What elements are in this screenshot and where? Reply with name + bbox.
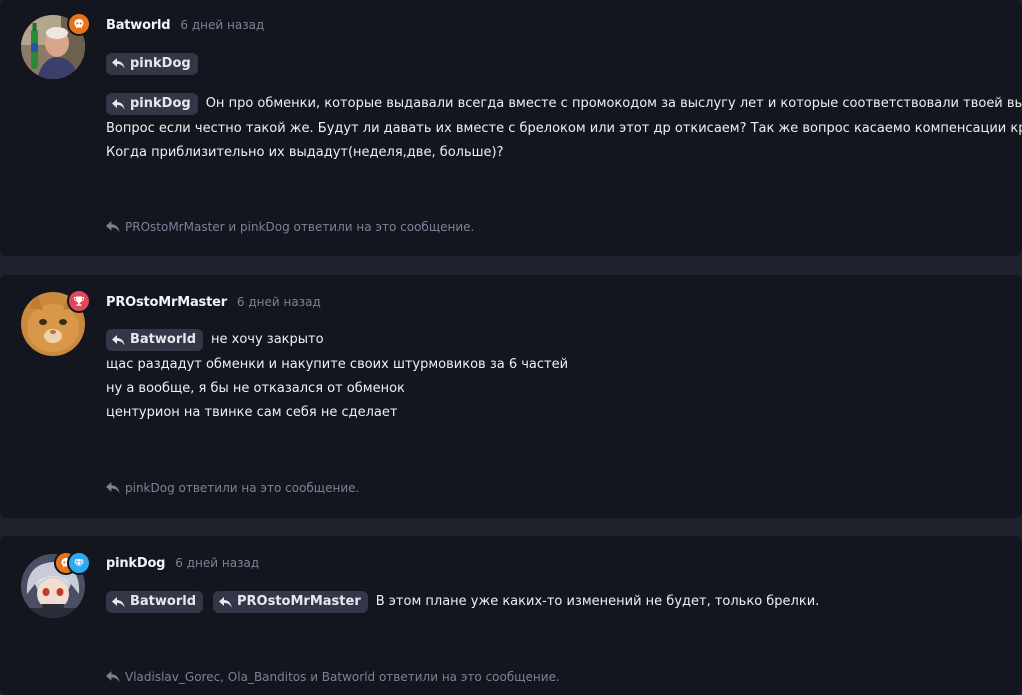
reply-icon [112,98,125,110]
comment-text-line: Вопрос если честно такой же. Будут ли да… [106,120,1022,136]
reply-chip-label: pinkDog [130,96,191,111]
avatar[interactable] [21,12,91,79]
replies-summary[interactable]: PROstoMrMaster и pinkDog ответили на это… [106,220,474,234]
reply-icon [112,596,125,608]
reply-icon [106,482,120,494]
timestamp[interactable]: 6 дней назад [175,556,259,570]
reply-chip-label: pinkDog [130,55,191,71]
comment-text-line: Batworld PROstoMrMaster В этом плане уже… [106,590,1008,615]
reply-icon [106,671,120,683]
comment-header: Batworld 6 дней назад [106,18,264,33]
replies-summary[interactable]: Vladislav_Gorec, Ola_Banditos и Batworld… [106,670,560,684]
comment-body: pinkDog pinkDog Он про обменки, которые … [106,52,1022,165]
reply-chip[interactable]: Batworld [106,591,204,613]
comment-header: pinkDog 6 дней назад [106,556,259,571]
reply-chip-label: PROstoMrMaster [237,594,361,609]
reply-icon [106,221,120,233]
author-name[interactable]: Batworld [106,18,171,33]
comment-text-line: Когда приблизительно их выдадут(неделя,д… [106,144,504,160]
comment-feed: Batworld 6 дней назад pinkDog pinkDog Он… [0,0,1022,695]
comment-card: Batworld 6 дней назад pinkDog pinkDog Он… [0,0,1022,256]
comment-header: PROstoMrMaster 6 дней назад [106,295,321,310]
reply-icon [219,596,232,608]
avatar[interactable] [21,551,91,618]
reply-chip[interactable]: pinkDog [106,52,198,75]
skull-icon [74,19,84,28]
reply-chip-label: Batworld [130,594,197,609]
timestamp[interactable]: 6 дней назад [237,295,321,309]
trophy-icon [73,296,85,306]
author-name[interactable]: PROstoMrMaster [106,295,227,310]
avatar[interactable] [21,289,91,356]
comment-text-line: ну а вообще, я бы не отказался от обмено… [106,380,405,396]
comment-body: Batworld PROstoMrMaster В этом плане уже… [106,590,1008,615]
comment-text: не хочу закрыто [211,332,324,347]
comment-text-line: центурион на твинке сам себя не сделает [106,404,398,420]
trophy-badge [67,289,91,313]
reply-chip[interactable]: pinkDog [106,93,198,115]
reply-chip[interactable]: PROstoMrMaster [213,591,368,613]
reply-chip-label: Batworld [130,332,197,347]
reply-chips-row: pinkDog [106,52,1008,76]
replies-text: pinkDog ответили на это сообщение. [125,481,360,495]
comment-text-line: щас раздадут обменки и накупите своих шт… [106,356,569,372]
author-name[interactable]: pinkDog [106,556,165,571]
comment-text-line: Batworld не хочу закрыто [106,328,1008,353]
comment-text: Он про обменки, которые выдавали всегда … [205,96,1022,111]
comment-text-line: pinkDog Он про обменки, которые выдавали… [106,92,1022,117]
reply-icon [112,58,125,69]
timestamp[interactable]: 6 дней назад [180,18,264,32]
skull-badge [67,12,91,36]
replies-text: Vladislav_Gorec, Ola_Banditos и Batworld… [125,670,560,684]
comment-body: Batworld не хочу закрыто щас раздадут об… [106,328,1008,425]
replies-text: PROstoMrMaster и pinkDog ответили на это… [125,220,475,234]
comment-text: В этом плане уже каких-то изменений не б… [375,594,820,609]
comment-card: pinkDog 6 дней назад Batworld PROstoMrMa… [0,536,1022,695]
diamond-icon [74,558,84,569]
diamond-badge [67,551,91,575]
replies-summary[interactable]: pinkDog ответили на это сообщение. [106,481,359,495]
comment-card: PROstoMrMaster 6 дней назад Batworld не … [0,275,1022,518]
reply-chip[interactable]: Batworld [106,329,204,351]
reply-icon [112,334,125,346]
